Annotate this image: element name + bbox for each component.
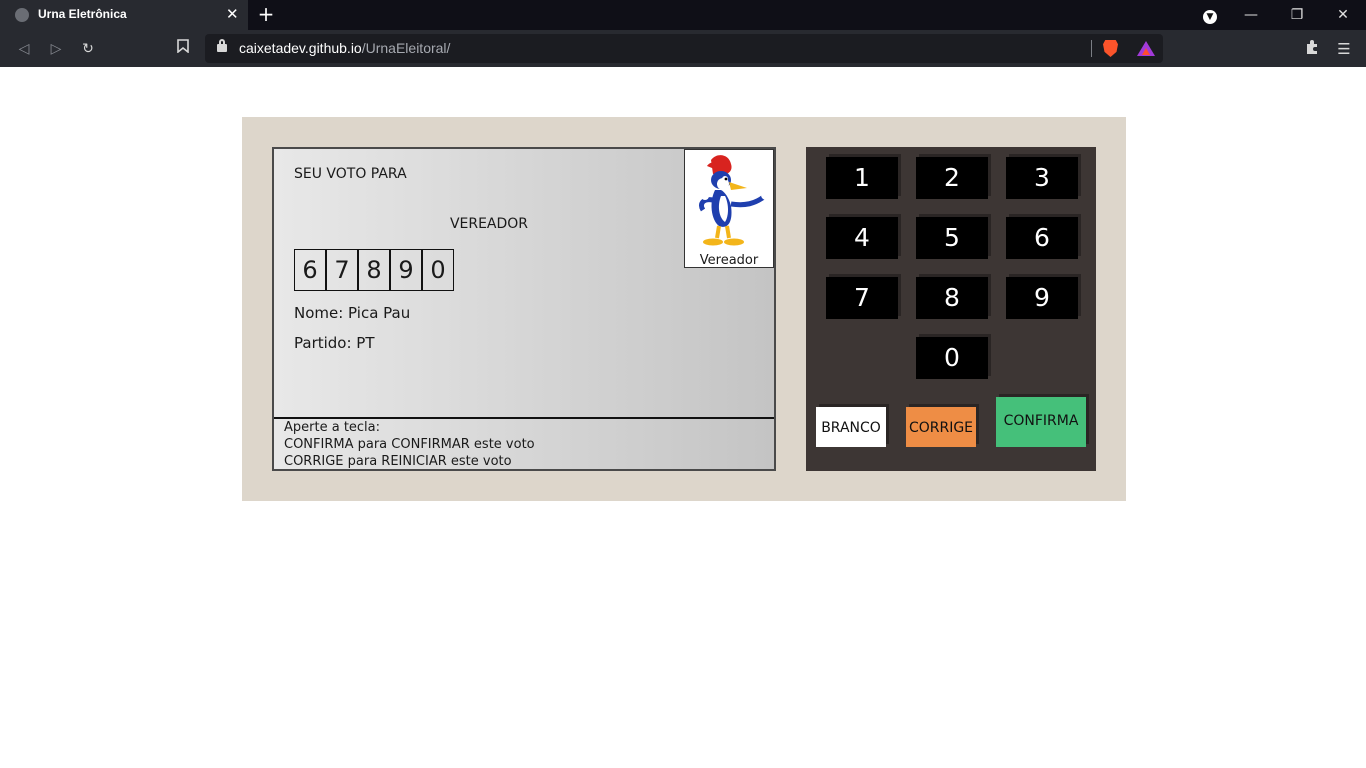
number-digit: 0: [422, 249, 454, 291]
key-8[interactable]: 8: [916, 277, 988, 319]
minimize-button[interactable]: —: [1231, 0, 1271, 30]
key-0[interactable]: 0: [916, 337, 988, 379]
corrige-button[interactable]: CORRIGE: [906, 407, 976, 447]
key-9[interactable]: 9: [1006, 277, 1078, 319]
key-5[interactable]: 5: [916, 217, 988, 259]
forward-icon[interactable]: ▷: [46, 39, 66, 59]
key-6[interactable]: 6: [1006, 217, 1078, 259]
keypad: 1 2 3 4 5 6 7 8 9 0 BRANCO CORRIGE CONFI…: [806, 147, 1096, 471]
new-tab-button[interactable]: +: [256, 3, 276, 25]
url-host: caixetadev.github.io: [239, 40, 362, 56]
restore-button[interactable]: ❐: [1277, 0, 1317, 30]
downloads-button[interactable]: ▼: [1190, 0, 1230, 30]
url-path: /UrnaEleitoral/: [361, 40, 451, 56]
instructions-panel: Aperte a tecla: CONFIRMA para CONFIRMAR …: [274, 417, 774, 469]
number-digit: 7: [326, 249, 358, 291]
key-4[interactable]: 4: [826, 217, 898, 259]
branco-button[interactable]: BRANCO: [816, 407, 886, 447]
download-icon: ▼: [1203, 10, 1217, 24]
tab-title: Urna Eletrônica: [38, 7, 127, 21]
number-digit: 9: [390, 249, 422, 291]
number-digit: 8: [358, 249, 390, 291]
menu-icon[interactable]: ☰: [1334, 39, 1354, 59]
lock-icon: [217, 39, 227, 52]
address-bar[interactable]: caixetadev.github.io/UrnaEleitoral/: [205, 34, 1163, 63]
candidate-photo: Vereador: [684, 149, 774, 268]
confirma-button[interactable]: CONFIRMA: [996, 397, 1086, 447]
tab-strip: Urna Eletrônica ✕ + ▼ — ❐ ✕: [0, 0, 1366, 30]
cargo-title: VEREADOR: [449, 216, 529, 232]
tab-close-icon[interactable]: ✕: [226, 5, 239, 23]
globe-icon: [15, 8, 29, 22]
instruction-line: CONFIRMA para CONFIRMAR este voto: [284, 437, 535, 452]
instruction-line: Aperte a tecla:: [284, 420, 381, 435]
brave-shields-icon[interactable]: [1103, 40, 1118, 57]
instruction-line: CORRIGE para REINICIAR este voto: [284, 454, 512, 469]
photo-caption: Vereador: [699, 253, 759, 268]
close-window-button[interactable]: ✕: [1323, 0, 1363, 30]
divider: [1091, 40, 1092, 57]
browser-tab[interactable]: Urna Eletrônica ✕: [0, 0, 248, 30]
candidate-name: Nome: Pica Pau: [294, 304, 411, 322]
key-7[interactable]: 7: [826, 277, 898, 319]
browser-toolbar: ◁ ▷ ↻ caixetadev.github.io/UrnaEleitoral…: [0, 30, 1366, 67]
voting-screen: SEU VOTO PARA VEREADOR 6 7 8 9 0 Nome: P…: [272, 147, 776, 471]
bookmark-icon[interactable]: [173, 39, 193, 59]
back-icon[interactable]: ◁: [14, 39, 34, 59]
url-text: caixetadev.github.io/UrnaEleitoral/: [239, 40, 450, 56]
reload-icon[interactable]: ↻: [78, 39, 98, 59]
key-1[interactable]: 1: [826, 157, 898, 199]
candidate-party: Partido: PT: [294, 334, 375, 352]
extensions-icon[interactable]: [1302, 39, 1322, 59]
woodpecker-image: [698, 155, 771, 246]
number-boxes: 6 7 8 9 0: [294, 249, 454, 291]
key-2[interactable]: 2: [916, 157, 988, 199]
urna-body: SEU VOTO PARA VEREADOR 6 7 8 9 0 Nome: P…: [242, 117, 1126, 501]
number-digit: 6: [294, 249, 326, 291]
brave-rewards-icon[interactable]: [1137, 41, 1155, 56]
vote-header: SEU VOTO PARA: [294, 166, 407, 182]
key-3[interactable]: 3: [1006, 157, 1078, 199]
